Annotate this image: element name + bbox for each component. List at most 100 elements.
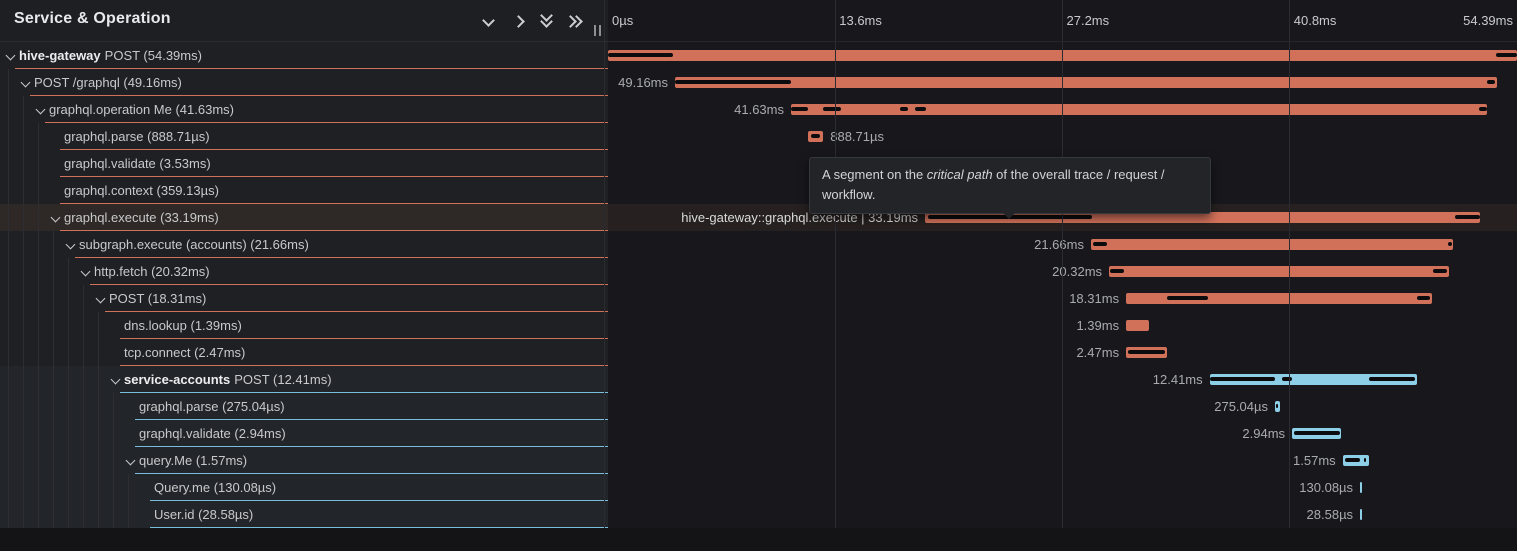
indent-guide xyxy=(53,231,54,258)
indent-guide xyxy=(53,447,54,474)
critical-path-segment[interactable] xyxy=(915,107,926,111)
indent-guide xyxy=(113,501,114,528)
span-row-label[interactable]: User.id (28.58µs) xyxy=(0,501,608,528)
span-row-label[interactable]: dns.lookup (1.39ms) xyxy=(0,312,608,339)
span-row-label[interactable]: graphql.execute (33.19ms) xyxy=(0,204,608,231)
indent-guide xyxy=(8,393,9,420)
critical-path-segment[interactable] xyxy=(1479,107,1487,111)
critical-path-segment[interactable] xyxy=(1167,296,1208,300)
critical-path-segment[interactable] xyxy=(1282,377,1292,381)
span-operation-duration: http.fetch (20.32ms) xyxy=(94,264,210,279)
span-row-label[interactable]: service-accountsPOST (12.41ms) xyxy=(0,366,608,393)
indent-guide xyxy=(8,474,9,501)
chevron-right-icon[interactable] xyxy=(511,14,527,28)
span-row-label[interactable]: graphql.context (359.13µs) xyxy=(0,177,608,204)
indent-guide xyxy=(38,393,39,420)
span-row-label[interactable]: POST /graphql (49.16ms) xyxy=(0,69,608,96)
critical-path-segment[interactable] xyxy=(1417,296,1430,300)
indent-guide xyxy=(38,447,39,474)
span-bar[interactable] xyxy=(1360,482,1362,493)
indent-guide xyxy=(8,258,9,285)
critical-path-segment[interactable] xyxy=(811,134,820,138)
span-duration-label: 1.57ms xyxy=(1293,453,1336,468)
critical-path-segment[interactable] xyxy=(791,107,808,111)
span-row-label[interactable]: query.Me (1.57ms) xyxy=(0,447,608,474)
indent-guide xyxy=(68,285,69,312)
panel-divider[interactable] xyxy=(604,0,605,528)
span-duration-label: 888.71µs xyxy=(830,129,884,144)
row-chevron-down-icon[interactable] xyxy=(51,213,61,223)
span-row-label[interactable]: Query.me (130.08µs) xyxy=(0,474,608,501)
span-name: http.fetch (20.32ms) xyxy=(94,264,210,279)
span-row-label[interactable]: graphql.validate (3.53ms) xyxy=(0,150,608,177)
span-row-label[interactable]: POST (18.31ms) xyxy=(0,285,608,312)
span-bar[interactable] xyxy=(675,77,1497,88)
span-bar[interactable] xyxy=(1109,266,1449,277)
double-chevron-down-icon[interactable] xyxy=(539,10,555,24)
span-duration-label: 20.32ms xyxy=(1052,264,1102,279)
row-chevron-down-icon[interactable] xyxy=(36,105,46,115)
critical-path-segment[interactable] xyxy=(608,53,673,57)
critical-path-segment[interactable] xyxy=(1294,431,1340,435)
critical-path-segment[interactable] xyxy=(1487,80,1495,84)
span-duration-label: 2.94ms xyxy=(1242,426,1285,441)
critical-path-segment[interactable] xyxy=(1369,377,1415,381)
critical-path-segment[interactable] xyxy=(900,107,908,111)
span-row-label[interactable]: subgraph.execute (accounts) (21.66ms) xyxy=(0,231,608,258)
indent-guide xyxy=(53,285,54,312)
span-name: graphql.operation Me (41.63ms) xyxy=(49,102,234,117)
row-chevron-down-icon[interactable] xyxy=(111,375,121,385)
span-operation-duration: query.Me (1.57ms) xyxy=(139,453,247,468)
span-duration-label: 28.58µs xyxy=(1307,507,1354,522)
critical-path-segment[interactable] xyxy=(675,80,791,84)
span-bar[interactable] xyxy=(1091,239,1453,250)
service-name: hive-gateway xyxy=(19,48,101,63)
span-duration-label: 12.41ms xyxy=(1153,372,1203,387)
span-operation-duration: POST (12.41ms) xyxy=(234,372,331,387)
span-operation-duration: graphql.validate (3.53ms) xyxy=(64,156,211,171)
span-row-label[interactable]: hive-gatewayPOST (54.39ms) xyxy=(0,42,608,69)
critical-path-segment[interactable] xyxy=(1093,242,1107,246)
indent-guide xyxy=(23,177,24,204)
row-chevron-down-icon[interactable] xyxy=(21,78,31,88)
span-row-label[interactable]: http.fetch (20.32ms) xyxy=(0,258,608,285)
indent-guide xyxy=(38,177,39,204)
critical-path-segment[interactable] xyxy=(1448,242,1452,246)
span-name: graphql.execute (33.19ms) xyxy=(64,210,219,225)
critical-path-segment[interactable] xyxy=(1128,350,1165,354)
row-chevron-down-icon[interactable] xyxy=(126,456,136,466)
span-bar[interactable] xyxy=(1126,320,1149,331)
row-chevron-down-icon[interactable] xyxy=(6,51,16,61)
indent-guide xyxy=(83,501,84,528)
trace-viewer: 0µs13.6ms27.2ms40.8ms54.39ms 49.16ms41.6… xyxy=(0,0,1517,551)
span-bar[interactable] xyxy=(791,104,1487,115)
critical-path-segment[interactable] xyxy=(1276,404,1278,408)
panel-resize-grip-icon[interactable] xyxy=(594,25,602,36)
critical-path-segment[interactable] xyxy=(1496,53,1517,57)
indent-guide xyxy=(83,285,84,312)
double-chevron-right-icon[interactable] xyxy=(566,14,582,28)
indent-guide xyxy=(53,312,54,339)
span-name: POST (18.31ms) xyxy=(109,291,206,306)
critical-path-segment[interactable] xyxy=(1455,215,1480,219)
indent-guide xyxy=(128,474,129,501)
critical-path-segment[interactable] xyxy=(1345,458,1360,462)
row-chevron-down-icon[interactable] xyxy=(81,267,91,277)
chevron-down-icon[interactable] xyxy=(481,14,497,28)
row-chevron-down-icon[interactable] xyxy=(66,240,76,250)
critical-path-segment[interactable] xyxy=(1364,458,1366,462)
row-chevron-down-icon[interactable] xyxy=(96,294,106,304)
span-bar[interactable] xyxy=(1360,509,1362,520)
span-name: tcp.connect (2.47ms) xyxy=(124,345,245,360)
span-row-label[interactable]: tcp.connect (2.47ms) xyxy=(0,339,608,366)
critical-path-segment[interactable] xyxy=(823,107,841,111)
span-row-label[interactable]: graphql.validate (2.94ms) xyxy=(0,420,608,447)
span-operation-duration: User.id (28.58µs) xyxy=(154,507,253,522)
critical-path-segment[interactable] xyxy=(1433,269,1448,273)
span-name: subgraph.execute (accounts) (21.66ms) xyxy=(79,237,309,252)
span-row-label[interactable]: graphql.operation Me (41.63ms) xyxy=(0,96,608,123)
span-row-label[interactable]: graphql.parse (275.04µs) xyxy=(0,393,608,420)
critical-path-segment[interactable] xyxy=(1110,269,1124,273)
span-row-label[interactable]: graphql.parse (888.71µs) xyxy=(0,123,608,150)
critical-path-segment[interactable] xyxy=(1210,377,1275,381)
